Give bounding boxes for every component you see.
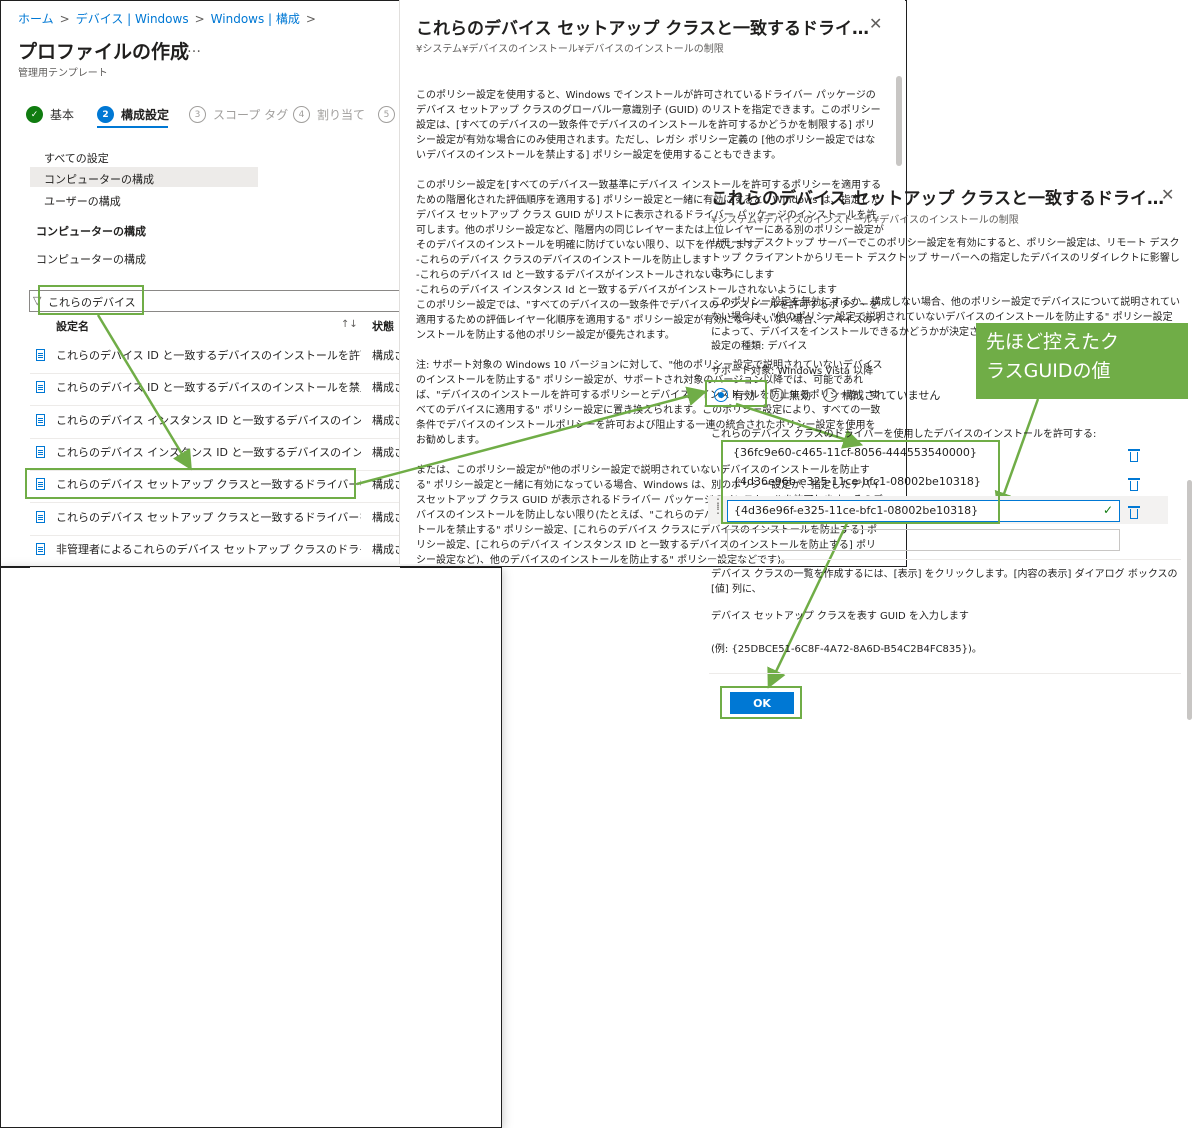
annotation-highlight-ok	[720, 686, 802, 719]
dialog-path: ¥システム¥デバイスのインストール¥デバイスのインストールの制限	[711, 215, 1019, 226]
section-heading: コンピューターの構成	[36, 225, 146, 238]
close-icon[interactable]: ✕	[869, 14, 882, 33]
panel-path: ¥システム¥デバイスのインストール¥デバイスのインストールの制限	[416, 44, 724, 55]
close-icon[interactable]: ✕	[1161, 185, 1174, 204]
scrollbar[interactable]	[896, 76, 902, 166]
divider	[709, 559, 1181, 560]
table-row[interactable]: これらのデバイス インスタンス ID と一致するデバイスのインストール… 構成さ	[30, 438, 405, 471]
panel-title: これらのデバイス セットアップ クラスと一致するドライ…	[416, 19, 869, 39]
step-assignments[interactable]: 4 割り当て	[293, 106, 365, 123]
table-row[interactable]: これらのデバイス インスタンス ID と一致するデバイスのインストール… 構成さ	[30, 406, 405, 439]
radio-not-configured[interactable]: 構成されていません	[823, 387, 940, 403]
more-options-icon[interactable]: …	[187, 40, 201, 56]
chevron-right-icon: >	[305, 12, 316, 26]
document-icon	[36, 349, 45, 361]
column-header-name[interactable]: 設定名	[56, 318, 89, 334]
breadcrumb-home[interactable]: ホーム	[18, 12, 54, 26]
supported-on: サポート対象: Windows Vista 以降	[711, 366, 874, 377]
section-breadcrumb[interactable]: コンピューターの構成	[36, 251, 146, 267]
trash-icon[interactable]	[1128, 477, 1140, 491]
divider	[709, 673, 1181, 674]
annotation-highlight-guids	[721, 440, 1000, 524]
chevron-right-icon: >	[194, 12, 205, 26]
radio-disabled[interactable]: 無効	[770, 387, 811, 403]
breadcrumb-config[interactable]: Windows | 構成	[211, 12, 300, 26]
radio-icon	[823, 388, 837, 402]
annotation-highlight-enabled	[705, 380, 767, 407]
page-subtitle: 管理用テンプレート	[18, 68, 108, 79]
policy-setting-dialog	[0, 567, 502, 1128]
sort-icon[interactable]: ↑↓	[341, 319, 358, 330]
scrollbar[interactable]	[1187, 480, 1192, 720]
nav-all-settings[interactable]: すべての設定	[44, 150, 109, 166]
breadcrumb-devices[interactable]: デバイス | Windows	[76, 12, 189, 26]
breadcrumb: ホーム > デバイス | Windows > Windows | 構成 >	[18, 10, 322, 27]
valid-check-icon: ✓	[1102, 503, 1113, 517]
table-row[interactable]: これらのデバイス ID と一致するデバイスのインストールを許可する 構成さ	[30, 341, 405, 374]
help-text: デバイス クラスの一覧を作成するには、[表示] をクリックします。[内容の表示]…	[711, 569, 1178, 655]
table-row[interactable]: 非管理者によるこれらのデバイス セットアップ クラスのドライバーのイ… 構成さ	[30, 535, 405, 568]
nav-user-config[interactable]: ユーザーの構成	[44, 193, 121, 209]
step-scope-tags[interactable]: 3 スコープ タグ	[189, 106, 288, 123]
table-row[interactable]: これらのデバイス セットアップ クラスと一致するドライバーを使用した… 構成さ	[30, 503, 405, 536]
document-icon	[36, 511, 45, 523]
document-icon	[36, 381, 45, 393]
trash-icon[interactable]	[1128, 505, 1140, 519]
radio-icon	[770, 388, 784, 402]
document-icon	[36, 414, 45, 426]
nav-computer-config[interactable]: コンピューターの構成	[44, 171, 154, 187]
step-configuration[interactable]: 2 構成設定	[97, 106, 169, 123]
table-row[interactable]: これらのデバイス ID と一致するデバイスのインストールを禁止する 構成さ	[30, 373, 405, 406]
current-step-indicator	[97, 126, 168, 128]
annotation-highlight-filter	[38, 285, 144, 315]
document-icon	[36, 446, 45, 458]
setting-type: 設定の種類: デバイス	[711, 341, 808, 352]
dialog-title: これらのデバイス セットアップ クラスと一致するドライ…	[711, 189, 1164, 209]
annotation-callout: 先ほど控えたク ラスGUIDの値	[976, 323, 1188, 399]
chevron-right-icon: >	[59, 12, 70, 26]
step-basics[interactable]: ✓ 基本	[26, 106, 74, 123]
list-label: これらのデバイス クラスのドライバーを使用したデバイスのインストールを許可する:	[711, 429, 1097, 440]
check-icon: ✓	[26, 106, 43, 123]
column-header-status[interactable]: 状態	[372, 318, 394, 334]
page-title: プロファイルの作成	[18, 41, 190, 63]
guid-input-empty[interactable]	[727, 529, 1120, 551]
document-icon	[36, 543, 45, 555]
annotation-highlight-row	[25, 468, 356, 499]
trash-icon[interactable]	[1128, 448, 1140, 462]
